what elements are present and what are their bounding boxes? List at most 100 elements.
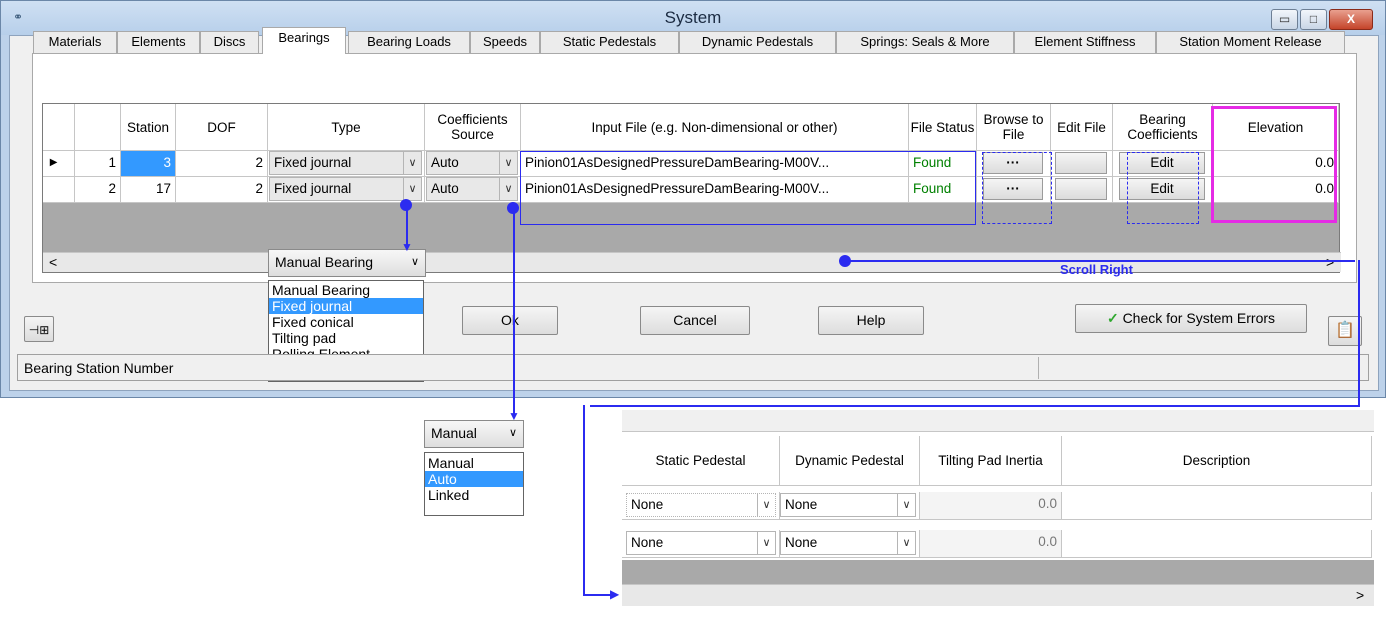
row-selector[interactable] [43, 177, 75, 203]
tab-element-stiffness[interactable]: Element Stiffness [1014, 31, 1156, 53]
scrolled-grid-panel: Static Pedestal Dynamic Pedestal Tilting… [622, 410, 1374, 610]
dynamic-pedestal-value: None [785, 535, 818, 550]
tab-station-moment-release[interactable]: Station Moment Release [1156, 31, 1345, 53]
row-index: 1 [75, 151, 121, 177]
help-button[interactable]: Help [818, 306, 924, 335]
dynamic-pedestal-combo[interactable]: None ∨ [780, 493, 916, 517]
tab-elements[interactable]: Elements [117, 31, 200, 53]
static-pedestal-cell[interactable]: None ∨ [622, 530, 780, 558]
type-cell[interactable]: Fixed journal ∨ [268, 177, 425, 203]
tab-discs[interactable]: Discs [200, 31, 259, 53]
tab-dynamic-pedestals[interactable]: Dynamic Pedestals [679, 31, 836, 53]
ok-button[interactable]: Ok [462, 306, 558, 335]
type-value: Fixed journal [274, 181, 352, 196]
chevron-down-icon[interactable]: ∨ [757, 532, 775, 554]
pin-icon[interactable]: ⊣⊞ [24, 316, 54, 342]
annotation-arrow-source [513, 208, 515, 416]
maximize-button[interactable]: □ [1300, 9, 1327, 30]
edit-file-cell [1051, 177, 1113, 203]
grid2-empty-area [622, 560, 1374, 584]
type-cell[interactable]: Fixed journal ∨ [268, 151, 425, 177]
header-type: Type [268, 104, 425, 151]
edit-file-cell [1051, 151, 1113, 177]
dynamic-pedestal-cell[interactable]: None ∨ [780, 530, 920, 558]
header-edit-file: Edit File [1051, 104, 1113, 151]
grid2-horizontal-scrollbar[interactable]: > [622, 584, 1374, 606]
tab-static-pedestals[interactable]: Static Pedestals [540, 31, 679, 53]
source-dropdown-box[interactable]: Manual ∨ [424, 420, 524, 448]
static-pedestal-cell[interactable]: None ∨ [622, 492, 780, 520]
chevron-down-icon[interactable]: ∨ [403, 178, 421, 200]
check-errors-button[interactable]: ✓ Check for System Errors [1075, 304, 1307, 333]
coef-source-cell[interactable]: Auto ∨ [425, 151, 521, 177]
header-input-file: Input File (e.g. Non-dimensional or othe… [521, 104, 909, 151]
edit-file-button[interactable] [1055, 178, 1107, 200]
station-cell[interactable]: 17 [121, 177, 176, 203]
type-combo[interactable]: Fixed journal ∨ [269, 151, 422, 175]
type-option[interactable]: Tilting pad [269, 330, 423, 346]
type-option[interactable]: Manual Bearing [269, 282, 423, 298]
description-cell[interactable] [1062, 530, 1372, 558]
row-selector-icon[interactable]: ▶ [43, 151, 75, 177]
scroll-right-icon[interactable]: > [1326, 254, 1334, 270]
tab-materials[interactable]: Materials [33, 31, 117, 53]
static-pedestal-combo[interactable]: None ∨ [626, 531, 776, 555]
dof-cell[interactable]: 2 [176, 151, 268, 177]
header-static-pedestal: Static Pedestal [622, 436, 780, 486]
dynamic-pedestal-cell[interactable]: None ∨ [780, 492, 920, 520]
coef-source-cell[interactable]: Auto ∨ [425, 177, 521, 203]
close-button[interactable]: X [1329, 9, 1373, 30]
station-cell[interactable]: 3 [121, 151, 176, 177]
tab-speeds[interactable]: Speeds [470, 31, 540, 53]
tab-bearing-loads[interactable]: Bearing Loads [348, 31, 470, 53]
tilting-pad-inertia-cell[interactable]: 0.0 [920, 530, 1062, 558]
coef-source-value: Auto [431, 155, 459, 170]
source-option[interactable]: Linked [425, 487, 523, 503]
chevron-down-icon[interactable]: ∨ [897, 494, 915, 516]
annotation-arrow-type [406, 205, 408, 245]
scroll-left-icon[interactable]: < [49, 254, 57, 270]
static-pedestal-combo[interactable]: None ∨ [626, 493, 776, 517]
elevation-highlight-box [1211, 106, 1337, 223]
header-index [75, 104, 121, 151]
coef-source-combo[interactable]: Auto ∨ [426, 151, 518, 175]
chevron-down-icon[interactable]: ∨ [897, 532, 915, 554]
type-option-highlighted[interactable]: Fixed journal [269, 298, 423, 314]
chevron-down-icon[interactable]: ∨ [499, 152, 517, 174]
source-dropdown-list[interactable]: Manual Auto Linked [424, 452, 524, 516]
tab-springs-seals[interactable]: Springs: Seals & More [836, 31, 1014, 53]
description-cell[interactable] [1062, 492, 1372, 520]
chevron-down-icon[interactable]: ∨ [499, 178, 517, 200]
minimize-button[interactable]: ▭ [1271, 9, 1298, 30]
type-combo[interactable]: Fixed journal ∨ [269, 177, 422, 201]
chevron-down-icon[interactable]: ∨ [403, 152, 421, 174]
title-bar[interactable]: ⚭ System ▭ □ X [1, 1, 1385, 35]
status-divider [1038, 357, 1039, 379]
scroll-right-icon[interactable]: > [1356, 587, 1364, 603]
type-option[interactable]: Fixed conical [269, 314, 423, 330]
grid-horizontal-scrollbar[interactable]: < > [43, 252, 1341, 272]
static-pedestal-value: None [631, 497, 664, 512]
input-file-annotation-box [520, 151, 976, 225]
static-pedestal-value: None [631, 535, 664, 550]
annotation-connector [583, 405, 585, 595]
window-title: System [664, 8, 722, 27]
tab-bearings[interactable]: Bearings [262, 27, 346, 54]
header-file-status: File Status [909, 104, 977, 151]
row-header-corner [43, 104, 75, 151]
arrowhead-down-icon: ▼ [508, 409, 520, 423]
tilting-pad-inertia-cell[interactable]: 0.0 [920, 492, 1062, 520]
chevron-down-icon[interactable]: ∨ [757, 494, 775, 516]
dynamic-pedestal-combo[interactable]: None ∨ [780, 531, 916, 555]
chevron-down-icon[interactable]: ∨ [509, 421, 517, 445]
dof-cell[interactable]: 2 [176, 177, 268, 203]
source-dropdown-selected: Manual [431, 425, 477, 441]
clipboard-icon[interactable]: 📋 [1328, 316, 1362, 346]
cancel-button[interactable]: Cancel [640, 306, 750, 335]
edit-file-button[interactable] [1055, 152, 1107, 174]
source-option-highlighted[interactable]: Auto [425, 471, 523, 487]
arrowhead-down-icon: ▼ [401, 240, 413, 254]
coef-source-combo[interactable]: Auto ∨ [426, 177, 518, 201]
type-value: Fixed journal [274, 155, 352, 170]
source-option[interactable]: Manual [425, 455, 523, 471]
